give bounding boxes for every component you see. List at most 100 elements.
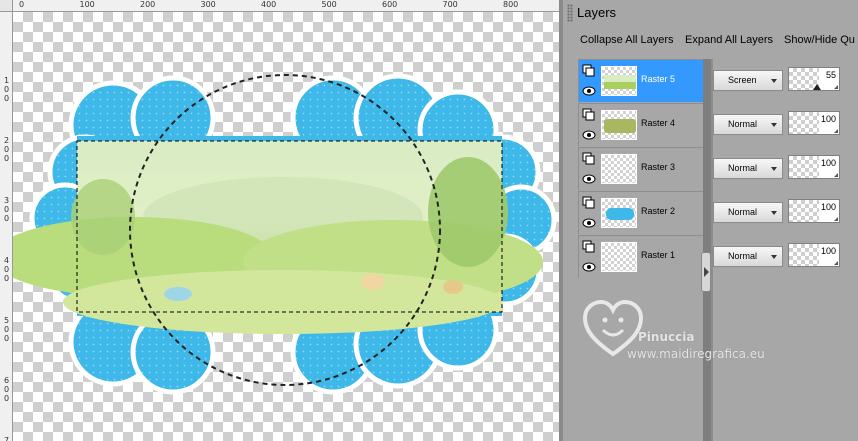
chevron-down-icon xyxy=(771,79,777,83)
blend-mode-dropdown[interactable]: Normal xyxy=(713,114,783,135)
chevron-down-icon xyxy=(771,167,777,171)
ruler-tick-label: 100 xyxy=(79,0,95,9)
ruler-tick-label: 400 xyxy=(261,0,277,9)
layer-stack-icon[interactable] xyxy=(582,152,596,166)
blend-mode-dropdown[interactable]: Normal xyxy=(713,246,783,267)
ruler-tick-label: 0 xyxy=(19,0,25,9)
blend-mode-dropdown[interactable]: Normal xyxy=(713,202,783,223)
resize-corner-icon xyxy=(834,129,838,133)
eye-icon[interactable] xyxy=(582,172,596,186)
layer-row-raster-5[interactable]: Raster 5 xyxy=(578,59,706,102)
ruler-horizontal: 0 100 200 300 400 500 600 700 800 xyxy=(13,0,563,12)
landscape-image xyxy=(13,141,543,334)
layer-props-raster-2: Normal 100 xyxy=(711,191,858,234)
canvas-workspace[interactable]: 0 100 200 300 400 500 600 700 800 1 0 0 2 0 0 3 0 … xyxy=(0,0,563,441)
layer-stack-icon[interactable] xyxy=(582,108,596,122)
ruler-tick-label: 4 0 0 xyxy=(4,256,10,283)
opacity-value: 55 xyxy=(825,70,836,80)
blend-mode-dropdown[interactable]: Screen xyxy=(713,70,783,91)
layer-thumbnail xyxy=(601,198,637,228)
opacity-value: 100 xyxy=(820,246,836,256)
palette-header[interactable]: Layers xyxy=(563,0,858,28)
ruler-tick-label: 5 0 0 xyxy=(4,316,10,343)
layer-name: Raster 3 xyxy=(641,162,676,172)
chevron-down-icon xyxy=(771,123,777,127)
eye-icon[interactable] xyxy=(582,216,596,230)
layer-stack-icon[interactable] xyxy=(582,64,596,78)
layer-stack-icon[interactable] xyxy=(582,240,596,254)
resize-corner-icon xyxy=(834,173,838,177)
opacity-value: 100 xyxy=(820,114,836,124)
layer-thumbnail xyxy=(601,242,637,272)
resize-corner-icon xyxy=(834,261,838,265)
opacity-slider[interactable]: 100 xyxy=(788,155,840,179)
opacity-value: 100 xyxy=(820,158,836,168)
ruler-tick-label: 300 xyxy=(200,0,216,9)
layer-properties: Screen 55 Normal 100 Normal 100 Normal 1… xyxy=(711,59,858,441)
layer-row-raster-2[interactable]: Raster 2 xyxy=(578,191,706,234)
opacity-slider[interactable]: 100 xyxy=(788,111,840,135)
canvas-artwork xyxy=(13,73,557,395)
layer-row-raster-1[interactable]: Raster 1 xyxy=(578,235,706,278)
layer-thumbnail xyxy=(601,66,637,96)
eye-icon[interactable] xyxy=(582,128,596,142)
opacity-slider[interactable]: 100 xyxy=(788,243,840,267)
resize-corner-icon xyxy=(834,217,838,221)
watermark-name: Pinuccia xyxy=(638,330,695,344)
ruler-corner xyxy=(0,0,13,12)
watermark-url: www.maidiregrafica.eu xyxy=(627,347,765,361)
layer-name: Raster 5 xyxy=(641,74,676,84)
palette-title: Layers xyxy=(577,5,617,20)
show-hide-quick-button[interactable]: Show/Hide Qu xyxy=(784,34,855,46)
image-canvas[interactable] xyxy=(13,12,559,441)
ruler-tick-label: 6 0 0 xyxy=(4,376,10,403)
blend-mode-value: Normal xyxy=(728,251,758,261)
layer-stack-icon[interactable] xyxy=(582,196,596,210)
ruler-tick-label: 200 xyxy=(140,0,156,9)
opacity-value: 100 xyxy=(820,202,836,212)
ruler-vertical: 1 0 0 2 0 0 3 0 0 4 0 0 5 0 0 6 0 0 7 0 0 xyxy=(0,12,13,441)
ruler-tick-label: 3 0 0 xyxy=(4,196,10,223)
chevron-down-icon xyxy=(771,255,777,259)
ruler-tick-label: 1 0 0 xyxy=(4,76,10,103)
ruler-tick-label: 7 0 0 xyxy=(4,436,10,441)
eye-icon[interactable] xyxy=(582,84,596,98)
layer-name: Raster 1 xyxy=(641,250,676,260)
ruler-tick-label: 600 xyxy=(382,0,398,9)
layer-thumbnail xyxy=(601,110,637,140)
blend-mode-value: Screen xyxy=(728,75,757,85)
ruler-tick-label: 2 0 0 xyxy=(4,136,10,163)
expand-all-layers-button[interactable]: Expand All Layers xyxy=(685,34,773,46)
blend-mode-dropdown[interactable]: Normal xyxy=(713,158,783,179)
layer-list: Raster 5 Raster 4 Raster 3 Raster 2 Rast… xyxy=(578,59,706,441)
layer-props-raster-1: Normal 100 xyxy=(711,235,858,278)
opacity-slider[interactable]: 55 xyxy=(788,67,840,91)
layer-props-raster-3: Normal 100 xyxy=(711,147,858,190)
layer-name: Raster 4 xyxy=(641,118,676,128)
layer-thumbnail xyxy=(601,154,637,184)
palette-toolbar: Collapse All Layers Expand All Layers Sh… xyxy=(563,28,858,56)
resize-corner-icon xyxy=(834,85,838,89)
layer-list-scrollbar[interactable] xyxy=(703,59,711,441)
ruler-tick-label: 700 xyxy=(442,0,458,9)
layer-props-raster-5: Screen 55 xyxy=(711,59,858,102)
palette-splitter-handle[interactable] xyxy=(701,252,711,292)
opacity-pointer[interactable] xyxy=(813,84,821,90)
blend-mode-value: Normal xyxy=(728,119,758,129)
opacity-slider[interactable]: 100 xyxy=(788,199,840,223)
blend-mode-value: Normal xyxy=(728,163,758,173)
layer-row-raster-3[interactable]: Raster 3 xyxy=(578,147,706,190)
eye-icon[interactable] xyxy=(582,260,596,274)
layers-palette: Layers Collapse All Layers Expand All La… xyxy=(563,0,858,441)
blend-mode-value: Normal xyxy=(728,207,758,217)
props-divider xyxy=(711,59,713,441)
layer-name: Raster 2 xyxy=(641,206,676,216)
collapse-all-layers-button[interactable]: Collapse All Layers xyxy=(580,34,674,46)
layer-row-raster-4[interactable]: Raster 4 xyxy=(578,103,706,146)
palette-grip[interactable] xyxy=(567,4,573,22)
ruler-tick-label: 500 xyxy=(321,0,337,9)
chevron-down-icon xyxy=(771,211,777,215)
layer-props-raster-4: Normal 100 xyxy=(711,103,858,146)
chevron-right-icon xyxy=(704,267,709,277)
ruler-tick-label: 800 xyxy=(503,0,519,9)
